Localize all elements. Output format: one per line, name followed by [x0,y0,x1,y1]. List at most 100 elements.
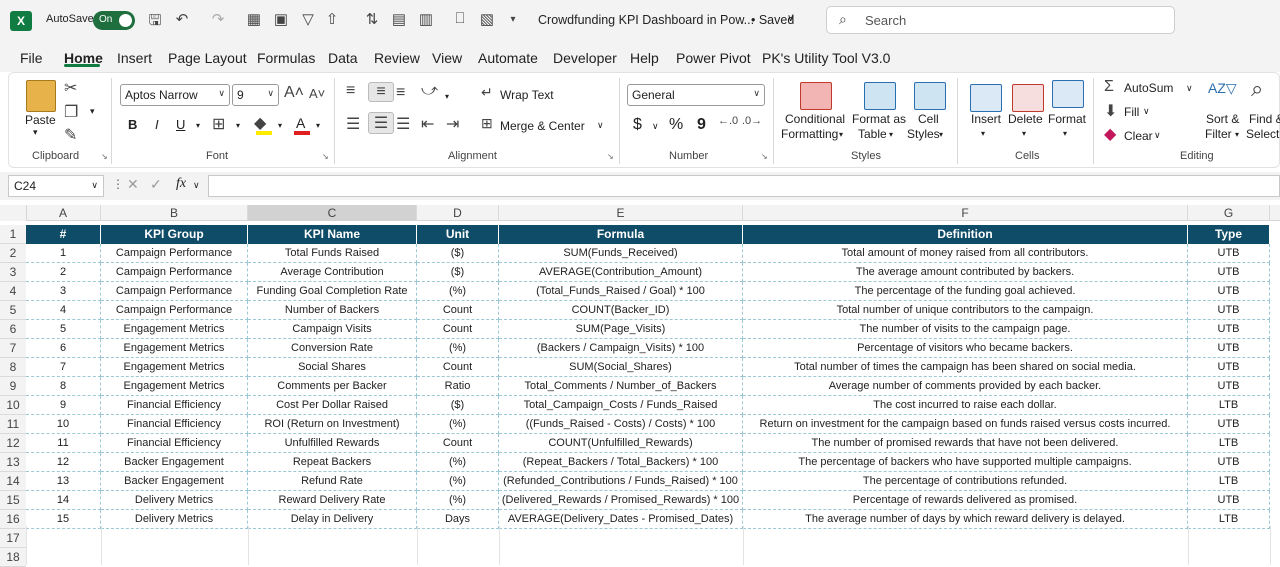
format-as-table-label-1[interactable]: Format as [852,112,906,126]
font-color-icon[interactable]: A [296,115,305,131]
decrease-decimal-icon[interactable]: .0→ [742,115,762,127]
tab-power-pivot[interactable]: Power Pivot [676,50,751,66]
row-header-12[interactable]: 12 [0,434,26,453]
format-dropdown-icon[interactable]: ▾ [1063,129,1067,138]
tab-insert[interactable]: Insert [117,50,152,66]
table-cell[interactable]: ($) [417,244,499,263]
conditional-formatting-dropdown-icon[interactable]: ▾ [839,130,843,139]
print-preview-icon[interactable]: ▧ [477,10,497,28]
format-cells-icon[interactable] [1052,80,1084,108]
cell-styles-label-1[interactable]: Cell [918,112,939,126]
currency-button[interactable]: $ [633,116,642,134]
table-cell[interactable]: Engagement Metrics [101,377,248,396]
decrease-font-icon[interactable]: A˅ [309,86,325,101]
table-cell[interactable]: (Repeat_Backers / Total_Backers) * 100 [499,453,743,472]
table-cell[interactable]: Total Funds Raised [248,244,417,263]
table-cell[interactable]: (%) [417,491,499,510]
cancel-icon[interactable]: ✕ [127,176,139,193]
table-cell[interactable]: UTB [1188,358,1270,377]
cell-styles-label-2[interactable]: Styles [907,127,940,141]
table-cell[interactable]: Return on investment for the campaign ba… [743,415,1188,434]
paste-button[interactable]: Paste [25,113,56,127]
table-cell[interactable]: 9 [26,396,101,415]
table-cell[interactable]: 5 [26,320,101,339]
merge-center-button[interactable]: Merge & Center [500,119,585,133]
table-cell[interactable]: Engagement Metrics [101,339,248,358]
underline-button[interactable]: U [176,117,185,132]
table-cell[interactable]: Delivery Metrics [101,491,248,510]
tab-formulas[interactable]: Formulas [257,50,315,66]
table-cell[interactable]: 4 [26,301,101,320]
table-cell[interactable]: Funding Goal Completion Rate [248,282,417,301]
table-cell[interactable]: ($) [417,396,499,415]
table-cell[interactable]: Repeat Backers [248,453,417,472]
table-cell[interactable]: The average number of days by which rewa… [743,510,1188,529]
table-cell[interactable]: Total_Campaign_Costs / Funds_Raised [499,396,743,415]
table-cell[interactable]: (%) [417,472,499,491]
conditional-formatting-icon[interactable] [800,82,832,110]
table-cell[interactable]: UTB [1188,244,1270,263]
table-cell[interactable]: The number of promised rewards that have… [743,434,1188,453]
row-header-14[interactable]: 14 [0,472,26,491]
delete-cells-icon[interactable] [1012,84,1044,112]
select-all-corner[interactable] [0,205,27,221]
table-cell[interactable]: LTB [1188,472,1270,491]
autosum-button[interactable]: AutoSum [1124,81,1173,95]
table-cell[interactable]: Engagement Metrics [101,358,248,377]
row-header-8[interactable]: 8 [0,358,26,377]
freeze-icon[interactable]: ▤ [389,10,409,28]
table-cell[interactable]: LTB [1188,510,1270,529]
tab-automate[interactable]: Automate [478,50,538,66]
conditional-formatting-label-2[interactable]: Formatting [781,127,838,141]
row-header-11[interactable]: 11 [0,415,26,434]
autosum-icon[interactable]: Σ [1104,78,1114,96]
column-header-b[interactable]: B [101,205,248,221]
row-header-17[interactable]: 17 [0,529,26,548]
column-header-a[interactable]: A [26,205,101,221]
column-header-f[interactable]: F [743,205,1188,221]
font-launcher-icon[interactable]: ↘ [322,152,329,161]
calculator-icon[interactable]: ⎕ [450,10,470,27]
table-cell[interactable]: Social Shares [248,358,417,377]
align-top-icon[interactable]: ≡ [346,82,355,100]
align-left-icon[interactable]: ☰ [346,114,360,134]
table-cell[interactable]: Days [417,510,499,529]
orientation-dropdown-icon[interactable]: ▾ [445,92,449,101]
row-header-3[interactable]: 3 [0,263,26,282]
sort-filter-icon[interactable]: AZ▽ [1208,80,1237,97]
table-cell[interactable]: UTB [1188,377,1270,396]
table-cell[interactable]: Comments per Backer [248,377,417,396]
row-header-1[interactable]: 1 [0,225,26,244]
table-cell[interactable]: 11 [26,434,101,453]
enter-icon[interactable]: ✓ [150,176,162,193]
align-bottom-icon[interactable]: ≡ [396,84,405,102]
align-middle-icon[interactable]: ≡ [368,82,394,102]
table-cell[interactable]: UTB [1188,282,1270,301]
table-cell[interactable]: The average amount contributed by backer… [743,263,1188,282]
fill-color-icon[interactable]: ◆ [254,113,266,133]
cell-styles-icon[interactable] [914,82,946,110]
tab-file[interactable]: File [20,50,43,66]
table-cell[interactable]: Delivery Metrics [101,510,248,529]
row-header-7[interactable]: 7 [0,339,26,358]
font-color-dropdown-icon[interactable]: ▾ [316,121,320,130]
wrap-text-icon[interactable]: ↵ [481,84,493,101]
table-cell[interactable]: AVERAGE(Contribution_Amount) [499,263,743,282]
form-icon[interactable]: ▥ [416,10,436,28]
cut-icon[interactable]: ✂ [64,78,77,98]
table-cell[interactable]: COUNT(Unfulfilled_Rewards) [499,434,743,453]
row-header-18[interactable]: 18 [0,548,26,567]
table-cell[interactable]: Unfulfilled Rewards [248,434,417,453]
table-cell[interactable]: Campaign Performance [101,301,248,320]
increase-font-icon[interactable]: A˄ [284,84,304,102]
format-as-table-dropdown-icon[interactable]: ▾ [889,130,893,139]
filter-icon[interactable]: ▽ [298,10,318,28]
table-cell[interactable]: 13 [26,472,101,491]
fill-color-dropdown-icon[interactable]: ▾ [278,121,282,130]
table-cell[interactable]: The percentage of backers who have suppo… [743,453,1188,472]
save-icon[interactable]: 🖫 [145,10,165,35]
table-cell[interactable]: 10 [26,415,101,434]
table-cell[interactable]: 6 [26,339,101,358]
format-as-table-icon[interactable] [864,82,896,110]
row-header-6[interactable]: 6 [0,320,26,339]
